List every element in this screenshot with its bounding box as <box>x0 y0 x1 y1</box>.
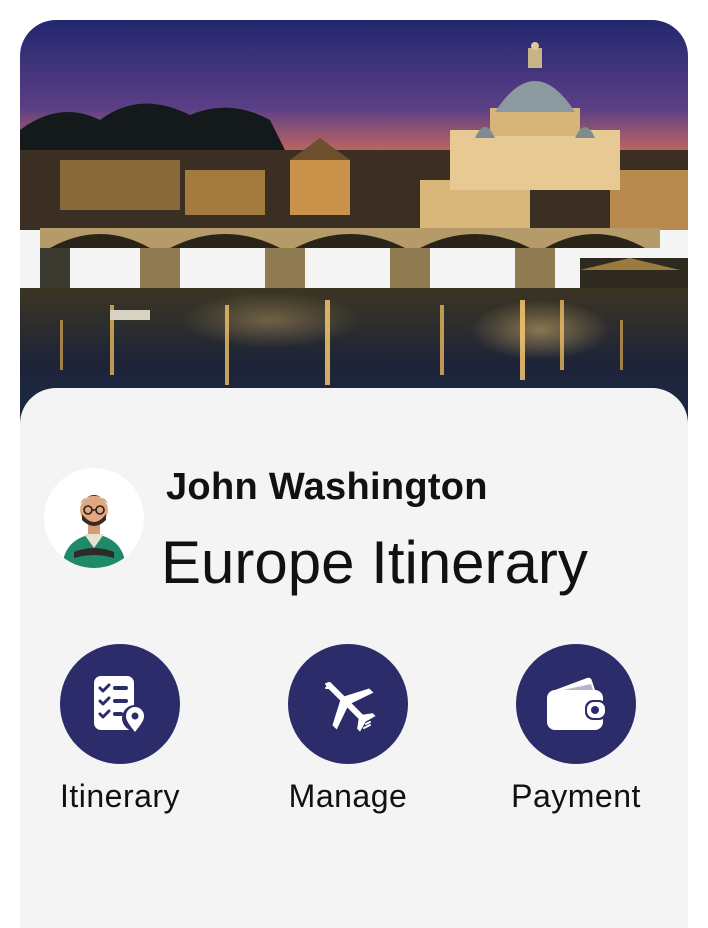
payment-button[interactable]: Payment <box>486 644 666 815</box>
airplane-icon <box>288 644 408 764</box>
trip-title: Europe Itinerary <box>161 529 588 596</box>
wallet-icon <box>516 644 636 764</box>
person-avatar-icon[interactable] <box>44 468 144 568</box>
itinerary-label: Itinerary <box>59 778 181 814</box>
trip-panel: John Washington Europe Itinerary Itinera… <box>20 388 688 928</box>
user-name: John Washington <box>166 466 488 508</box>
checklist-location-icon <box>60 644 180 764</box>
payment-label: Payment <box>511 778 641 814</box>
manage-button[interactable]: Manage <box>258 644 438 815</box>
itinerary-card: John Washington Europe Itinerary Itinera… <box>20 20 688 928</box>
manage-label: Manage <box>288 778 408 814</box>
hero-image <box>20 20 688 440</box>
itinerary-button[interactable]: Itinerary <box>30 644 210 815</box>
